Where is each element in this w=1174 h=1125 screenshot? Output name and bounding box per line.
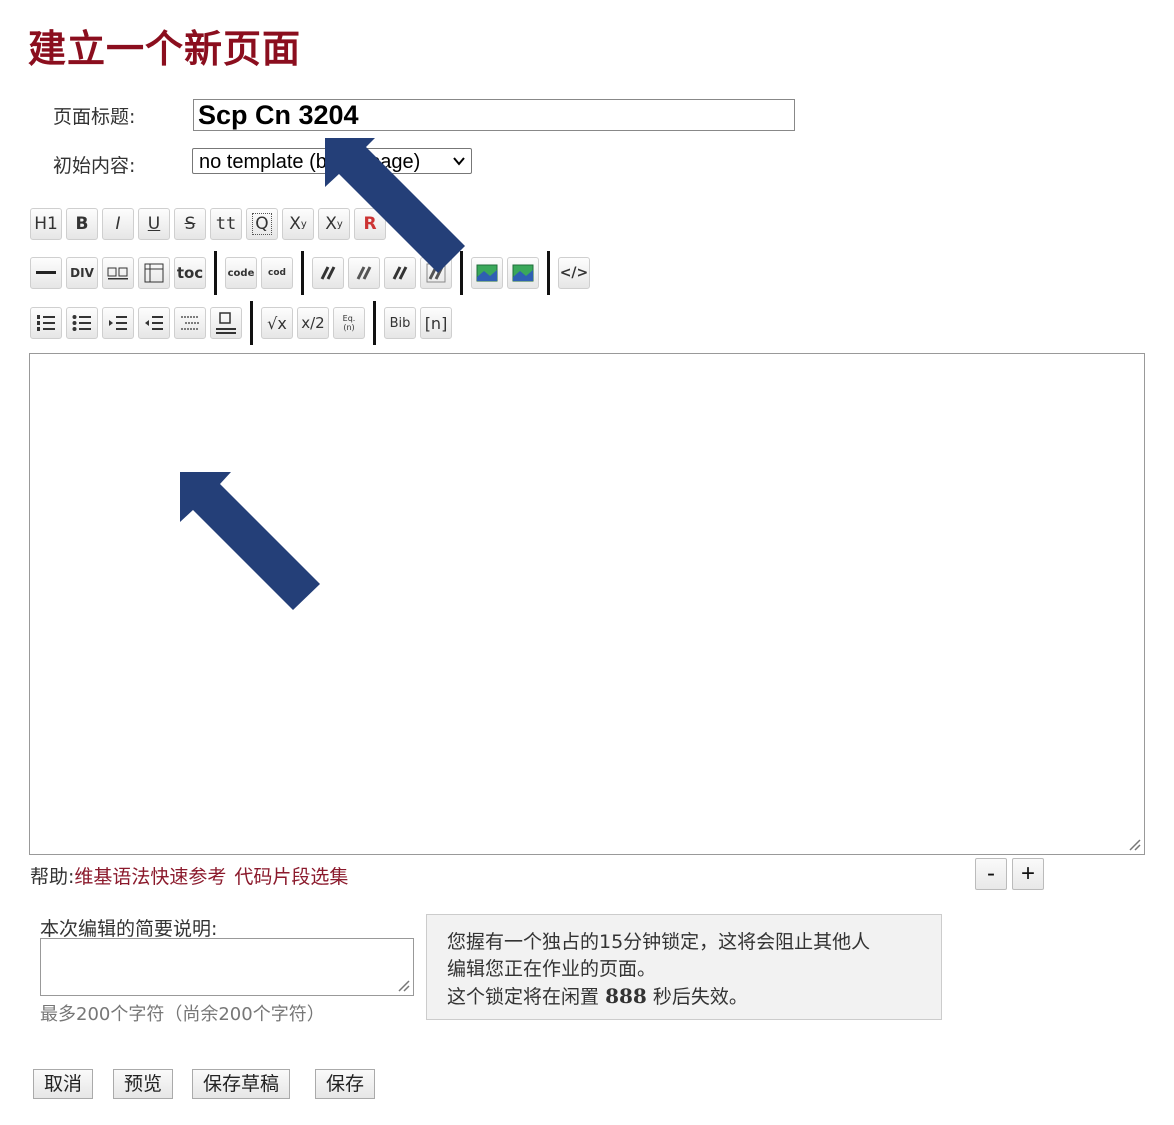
inline-math-button[interactable]: x/2 bbox=[297, 307, 329, 339]
quote-button[interactable]: Q bbox=[246, 208, 278, 240]
image-icon bbox=[512, 264, 534, 282]
indent-button[interactable] bbox=[102, 307, 134, 339]
equation-number-label: (n) bbox=[343, 323, 355, 332]
lock-seconds: 888 bbox=[605, 984, 647, 1008]
math-label: √x bbox=[267, 313, 287, 333]
help-bar: 帮助:维基语法快速参考 代码片段选集 bbox=[30, 862, 356, 889]
toolbar-separator bbox=[547, 251, 550, 295]
table-button[interactable] bbox=[138, 257, 170, 289]
toolbar-row-3: √x x/2 Eq. (n) Bib [n] bbox=[30, 301, 456, 345]
code-block-label: cod bbox=[268, 268, 286, 278]
teletype-button[interactable]: tt bbox=[210, 208, 242, 240]
columns-button[interactable] bbox=[102, 257, 134, 289]
teletype-label: tt bbox=[215, 214, 237, 234]
div-button[interactable]: DIV bbox=[66, 257, 98, 289]
columns-icon bbox=[107, 267, 128, 280]
lock-line-2: 编辑您正在作业的页面。 bbox=[447, 958, 657, 980]
equation-label: Eq. bbox=[342, 314, 356, 323]
cancel-button[interactable]: 取消 bbox=[33, 1069, 94, 1099]
preview-button[interactable]: 预览 bbox=[113, 1069, 174, 1099]
annotation-arrow-icon bbox=[180, 472, 320, 610]
indent-icon bbox=[109, 316, 127, 330]
code-snippets-link[interactable]: 代码片段选集 bbox=[234, 866, 348, 888]
toolbar-row-2: DIV toc code cod </> bbox=[30, 251, 594, 295]
numbered-list-button[interactable] bbox=[30, 307, 62, 339]
citation-label: [n] bbox=[424, 313, 448, 333]
italic-label: I bbox=[115, 214, 121, 234]
underline-button[interactable]: U bbox=[138, 208, 170, 240]
template-label: 初始内容: bbox=[53, 155, 136, 177]
equation-ref-button[interactable]: Eq. (n) bbox=[333, 307, 365, 339]
underline-label: U bbox=[147, 214, 161, 234]
bibliography-button[interactable]: Bib bbox=[384, 307, 416, 339]
edit-summary-label: 本次编辑的简要说明: bbox=[40, 918, 218, 940]
bibliography-label: Bib bbox=[389, 315, 411, 331]
horizontal-rule-button[interactable] bbox=[30, 257, 62, 289]
strikethrough-button[interactable]: S bbox=[174, 208, 206, 240]
italic-button[interactable]: I bbox=[102, 208, 134, 240]
toolbar-separator bbox=[301, 251, 304, 295]
horizontal-rule-icon bbox=[36, 271, 56, 274]
bullet-list-icon bbox=[72, 315, 91, 331]
code-button[interactable]: code bbox=[225, 257, 257, 289]
image-button[interactable] bbox=[471, 257, 503, 289]
bold-button[interactable]: B bbox=[66, 208, 98, 240]
enlarge-editor-button[interactable]: + bbox=[1012, 858, 1044, 890]
image-icon bbox=[476, 264, 498, 282]
page-title-input[interactable]: Scp Cn 3204 bbox=[193, 99, 795, 131]
div-label: DIV bbox=[70, 266, 94, 280]
superscript-button[interactable]: Xy bbox=[282, 208, 314, 240]
toolbar-separator bbox=[250, 301, 253, 345]
resize-grip-icon[interactable] bbox=[1127, 837, 1141, 851]
superscript-label: X bbox=[289, 214, 301, 234]
toc-label: toc bbox=[176, 264, 204, 282]
image-upload-button[interactable] bbox=[507, 257, 539, 289]
title-label: 页面标题: bbox=[53, 106, 136, 128]
lock-line-3: 这个锁定将在闲置 888 秒后失效。 bbox=[447, 983, 921, 1011]
definition-list-button[interactable] bbox=[174, 307, 206, 339]
outdent-icon bbox=[145, 316, 163, 330]
resize-grip-icon[interactable] bbox=[396, 978, 410, 992]
lock-notice: 您握有一个独占的15分钟锁定，这将会阻止其他人 编辑您正在作业的页面。 这个锁定… bbox=[426, 914, 942, 1020]
save-button[interactable]: 保存 bbox=[315, 1069, 376, 1099]
save-draft-button[interactable]: 保存草稿 bbox=[192, 1069, 291, 1099]
char-limit-note: 最多200个字符（尚余200个字符） bbox=[40, 1004, 325, 1025]
outdent-button[interactable] bbox=[138, 307, 170, 339]
inline-math-label: x/2 bbox=[301, 314, 325, 332]
bold-label: B bbox=[75, 214, 89, 234]
code-block-button[interactable]: cod bbox=[261, 257, 293, 289]
wiki-syntax-link[interactable]: 维基语法快速参考 bbox=[74, 866, 226, 888]
html-button[interactable]: </> bbox=[558, 257, 590, 289]
definition-list-icon bbox=[181, 316, 199, 330]
quote-label: Q bbox=[252, 213, 272, 235]
help-label: 帮助: bbox=[30, 866, 75, 888]
toolbar-separator bbox=[373, 301, 376, 345]
numbered-list-icon bbox=[37, 315, 55, 331]
shrink-editor-button[interactable]: - bbox=[975, 858, 1007, 890]
footnote-button[interactable] bbox=[210, 307, 242, 339]
toolbar-separator bbox=[214, 251, 217, 295]
annotation-arrow-icon bbox=[325, 138, 465, 273]
toc-button[interactable]: toc bbox=[174, 257, 206, 289]
lock-line-3-post: 秒后失效。 bbox=[652, 986, 748, 1008]
code-label: code bbox=[227, 267, 255, 279]
superscript-mark: y bbox=[300, 218, 307, 230]
strike-label: S bbox=[184, 214, 196, 234]
page-title: 建立一个新页面 bbox=[28, 27, 302, 71]
table-icon bbox=[144, 263, 164, 283]
bullet-list-button[interactable] bbox=[66, 307, 98, 339]
edit-summary-textarea[interactable] bbox=[40, 938, 414, 996]
footnote-icon bbox=[216, 312, 236, 334]
lock-line-3-pre: 这个锁定将在闲置 bbox=[447, 986, 600, 1008]
heading-label: H1 bbox=[34, 214, 58, 234]
math-button[interactable]: √x bbox=[261, 307, 293, 339]
heading-button[interactable]: H1 bbox=[30, 208, 62, 240]
lock-line-1: 您握有一个独占的15分钟锁定，这将会阻止其他人 bbox=[447, 931, 871, 953]
html-label: </> bbox=[559, 265, 589, 281]
citation-button[interactable]: [n] bbox=[420, 307, 452, 339]
